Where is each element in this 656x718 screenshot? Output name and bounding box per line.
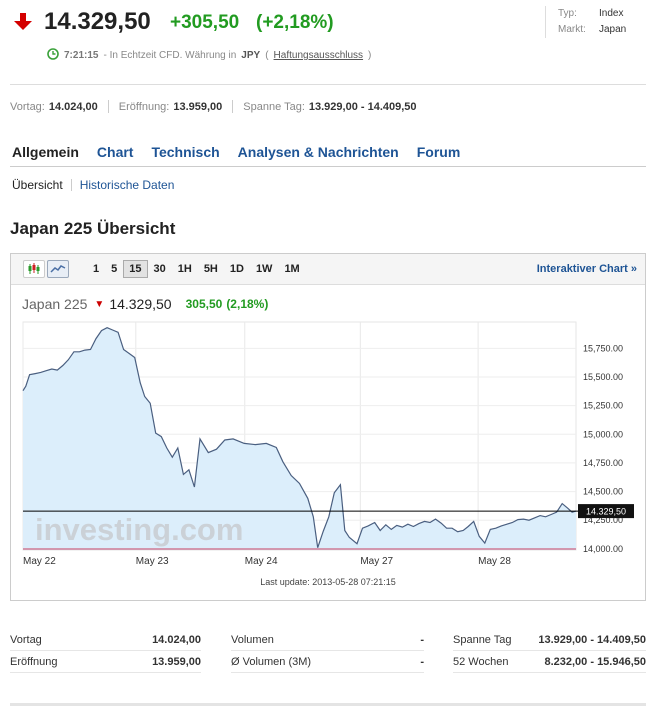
price-badge-label: 14.329,50 — [586, 507, 626, 517]
disclaimer-open: ( — [265, 50, 269, 61]
range-15[interactable]: 15 — [123, 260, 148, 278]
stat-value: - — [420, 656, 424, 668]
summary-open-value: 13.959,00 — [173, 100, 223, 113]
meta-type-label: Typ: — [558, 8, 577, 19]
price-chart[interactable]: investing.com14,000.0014,250.0014,500.00… — [11, 314, 645, 566]
x-tick-label: May 24 — [245, 556, 278, 566]
stat-row-52-wochen: 52 Wochen 8.232,00 - 15.946,50 — [453, 651, 646, 673]
line-chart-button[interactable] — [47, 260, 69, 278]
tab-allgemein[interactable]: Allgemein — [12, 144, 79, 160]
chart-change-percent: (2,18%) — [226, 297, 269, 311]
subtab-uebersicht[interactable]: Übersicht — [12, 178, 63, 192]
candlestick-icon — [28, 263, 40, 274]
tab-analysen-nachrichten[interactable]: Analysen & Nachrichten — [238, 144, 399, 160]
instrument-meta: Typ: Index Markt: Japan — [545, 6, 626, 38]
y-tick-label: 15,000.00 — [583, 429, 623, 439]
x-tick-label: May 23 — [136, 556, 169, 566]
x-tick-label: May 22 — [23, 556, 56, 566]
meta-type-row: Typ: Index — [558, 6, 626, 22]
subtab-historische-daten[interactable]: Historische Daten — [80, 178, 175, 192]
range-1[interactable]: 1 — [87, 260, 105, 278]
stat-value: - — [420, 634, 424, 646]
summary-strip: Vortag: 14.024,00 Eröffnung: 13.959,00 S… — [10, 100, 417, 113]
range-30[interactable]: 30 — [148, 260, 172, 278]
price-change-percent: (+2,18%) — [256, 12, 334, 33]
last-update: Last update: 2013-05-28 07:21:15 — [260, 577, 396, 587]
summary-divider — [107, 100, 109, 113]
summary-divider — [232, 100, 234, 113]
stat-row-spanne-tag: Spanne Tag 13.929,00 - 14.409,50 — [453, 629, 646, 651]
range-5[interactable]: 5 — [105, 260, 123, 278]
interactive-chart-link[interactable]: Interaktiver Chart » — [537, 263, 637, 275]
y-tick-label: 14,750.00 — [583, 458, 623, 468]
meta-market-value: Japan — [599, 24, 627, 35]
summary-open-label: Eröffnung: — [118, 100, 170, 113]
tab-technisch[interactable]: Technisch — [151, 144, 219, 160]
quote-time: 7:21:15 — [64, 50, 99, 61]
quote-header: 14.329,50 +305,50 (+2,18%) Typ: Index Ma… — [0, 0, 656, 86]
disclaimer-close: ) — [368, 50, 372, 61]
tab-forum[interactable]: Forum — [417, 144, 461, 160]
summary-range-label: Spanne Tag: — [243, 100, 305, 113]
stat-value: 8.232,00 - 15.946,50 — [544, 656, 646, 668]
meta-market-row: Markt: Japan — [558, 22, 626, 38]
header-divider — [10, 84, 646, 85]
subtab-divider — [70, 179, 72, 191]
stat-value: 14.024,00 — [152, 634, 201, 646]
currency: JPY — [241, 50, 261, 61]
page-title: Japan 225 Übersicht — [10, 219, 176, 238]
last-price: 14.329,50 — [44, 8, 151, 35]
tab-chart[interactable]: Chart — [97, 144, 134, 160]
x-tick-label: May 27 — [360, 556, 393, 566]
disclaimer-link[interactable]: Haftungsausschluss — [274, 50, 364, 61]
range-1h[interactable]: 1H — [172, 260, 198, 278]
stat-row-vortag: Vortag 14.024,00 — [10, 629, 201, 651]
clock-icon — [47, 48, 59, 63]
meta-type-value: Index — [599, 8, 624, 19]
stat-label: 52 Wochen — [453, 656, 509, 668]
stat-row-eroeffnung: Eröffnung 13.959,00 — [10, 651, 201, 673]
y-tick-label: 15,500.00 — [583, 372, 623, 382]
footer-divider — [10, 703, 646, 706]
y-tick-label: 14,500.00 — [583, 487, 623, 497]
chart-toolbar: 1 5 15 30 1H 5H 1D 1W 1M Interaktiver Ch… — [11, 254, 645, 285]
watermark-logo: investing.com — [35, 512, 243, 547]
chart-price: 14.329,50 — [109, 296, 172, 312]
summary-prev-label: Vortag: — [10, 100, 45, 113]
realtime-status: 7:21:15 - In Echtzeit CFD. Währung in JP… — [47, 48, 371, 63]
small-down-arrow-icon: ▼ — [94, 298, 105, 310]
range-1m[interactable]: 1M — [278, 260, 305, 278]
y-tick-label: 15,250.00 — [583, 401, 623, 411]
stat-label: Vortag — [10, 634, 42, 646]
stat-value: 13.929,00 - 14.409,50 — [538, 634, 646, 646]
sub-tabs: Übersicht Historische Daten — [12, 178, 174, 192]
stat-label: Ø Volumen (3M) — [231, 656, 312, 668]
x-tick-label: May 28 — [478, 556, 511, 566]
stat-label: Volumen — [231, 634, 274, 646]
stat-label: Eröffnung — [10, 656, 58, 668]
range-1w[interactable]: 1W — [250, 260, 279, 278]
realtime-text: - In Echtzeit CFD. Währung in — [103, 50, 237, 61]
chart-quote: Japan 225 ▼ 14.329,50 305,50 (2,18%) — [22, 296, 268, 312]
range-1d[interactable]: 1D — [224, 260, 250, 278]
stat-label: Spanne Tag — [453, 634, 512, 646]
candlestick-chart-button[interactable] — [23, 260, 45, 278]
summary-prev-value: 14.024,00 — [48, 100, 98, 113]
chart-widget: 1 5 15 30 1H 5H 1D 1W 1M Interaktiver Ch… — [10, 253, 646, 601]
stat-row-avg-volumen: Ø Volumen (3M) - — [231, 651, 424, 673]
stat-row-volumen: Volumen - — [231, 629, 424, 651]
time-range-selector: 1 5 15 30 1H 5H 1D 1W 1M — [87, 260, 306, 278]
stat-value: 13.959,00 — [152, 656, 201, 668]
range-5h[interactable]: 5H — [198, 260, 224, 278]
y-tick-label: 15,750.00 — [583, 343, 623, 353]
chart-change: 305,50 — [185, 297, 223, 311]
tabs-divider — [10, 166, 646, 167]
price-change: +305,50 — [170, 12, 240, 33]
main-tabs: Allgemein Chart Technisch Analysen & Nac… — [12, 144, 460, 160]
meta-market-label: Markt: — [558, 24, 586, 35]
y-tick-label: 14,000.00 — [583, 544, 623, 554]
chart-instrument-name: Japan 225 — [22, 296, 88, 312]
line-chart-icon — [50, 265, 66, 273]
summary-range-value: 13.929,00 - 14.409,50 — [308, 100, 417, 113]
